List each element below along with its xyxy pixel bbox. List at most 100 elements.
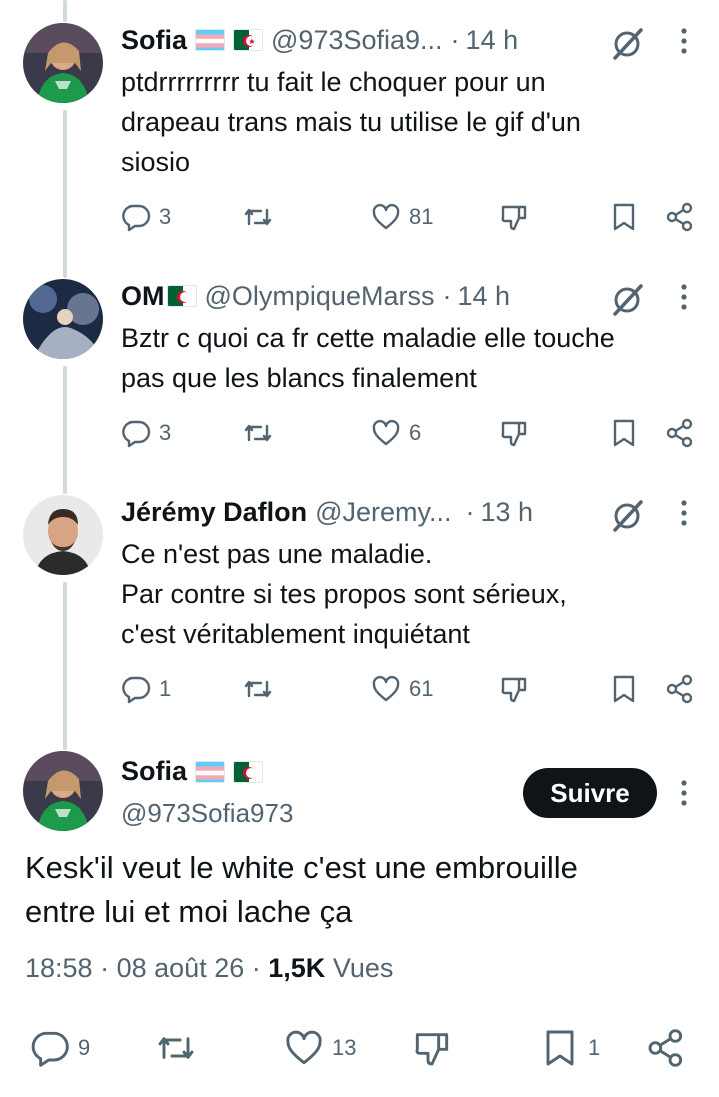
- tweet-text-line: c'est véritablement inquiétant: [121, 619, 470, 649]
- author-name[interactable]: Sofia: [121, 756, 187, 787]
- thread-line: [63, 0, 67, 22]
- algeria-flag-icon: [166, 285, 197, 307]
- tweet-text-line: ptdrrrrrrrrr tu fait le choquer pour un: [121, 67, 546, 97]
- separator-dot: ·: [251, 953, 261, 983]
- share-button[interactable]: [646, 1026, 686, 1070]
- follow-button[interactable]: Suivre: [523, 768, 657, 818]
- timestamp[interactable]: 13 h: [481, 497, 534, 528]
- grok-icon[interactable]: [609, 282, 645, 318]
- author-handle[interactable]: @973Sofia973: [121, 798, 293, 829]
- share-icon: [666, 418, 693, 448]
- separator-dot: ·: [450, 24, 460, 55]
- action-bar: 3 81: [121, 200, 693, 234]
- retweet-button[interactable]: [156, 1026, 196, 1070]
- more-icon[interactable]: [679, 498, 689, 528]
- dislike-button[interactable]: [499, 416, 529, 450]
- reply-count: 9: [78, 1035, 91, 1060]
- share-icon: [666, 202, 693, 232]
- author-handle[interactable]: @973Sofia9...: [271, 25, 443, 56]
- tweet-text-line: entre lui et moi lache ça: [25, 894, 353, 929]
- tweet-text-line: Kesk'il veut le white c'est une embrouil…: [25, 850, 578, 885]
- tweet-text-line: pas que les blancs finalement: [121, 363, 477, 393]
- like-button[interactable]: 81: [371, 200, 433, 234]
- tweet-text-line: Ce n'est pas une maladie.: [121, 539, 433, 569]
- author-name[interactable]: OM: [121, 281, 165, 312]
- reply-button[interactable]: 9: [30, 1026, 90, 1070]
- share-button[interactable]: [665, 200, 695, 234]
- action-bar: 9 13 1: [30, 1026, 699, 1070]
- dislike-button[interactable]: [499, 200, 529, 234]
- reply-count: 1: [159, 676, 172, 701]
- tweet-meta: 18:58 · 08 août 26 · 1,5K Vues: [25, 953, 393, 984]
- reply-count: 3: [159, 204, 172, 229]
- like-icon: [372, 675, 400, 702]
- tweet-text-line: drapeau trans mais tu utilise le gif d'u…: [121, 107, 581, 137]
- retweet-icon: [158, 1037, 194, 1059]
- views-label: Vues: [332, 953, 394, 983]
- avatar[interactable]: [23, 495, 103, 575]
- retweet-button[interactable]: [243, 200, 273, 234]
- bookmark-button[interactable]: 1: [540, 1026, 600, 1070]
- views-count: 1,5K: [268, 953, 326, 983]
- author-handle[interactable]: @OlympiqueMarss: [205, 281, 435, 312]
- reply-button[interactable]: 3: [121, 200, 171, 234]
- like-count: 61: [409, 676, 434, 701]
- bookmark-button[interactable]: [609, 200, 639, 234]
- reply-icon: [122, 204, 151, 232]
- like-button[interactable]: 61: [371, 672, 433, 706]
- dislike-icon: [501, 677, 527, 703]
- share-button[interactable]: [665, 672, 695, 706]
- tweet-text: ptdrrrrrrrrr tu fait le choquer pour un …: [121, 62, 701, 182]
- more-icon[interactable]: [679, 282, 689, 312]
- timestamp[interactable]: 14 h: [457, 281, 510, 312]
- grok-icon[interactable]: [609, 26, 645, 62]
- retweet-icon: [244, 208, 272, 226]
- reply-tweet[interactable]: Jérémy Daflon @Jeremy... · 13 h Ce n'est…: [0, 492, 719, 722]
- author-handle[interactable]: @Jeremy...: [315, 497, 451, 528]
- like-button[interactable]: 13: [284, 1026, 356, 1070]
- bookmark-button[interactable]: [609, 672, 639, 706]
- tweet-text: Kesk'il veut le white c'est une embrouil…: [25, 846, 578, 934]
- dislike-button[interactable]: [412, 1026, 452, 1070]
- author-name[interactable]: Jérémy Daflon: [121, 497, 307, 528]
- avatar[interactable]: [23, 23, 103, 103]
- avatar[interactable]: [23, 751, 103, 831]
- bookmark-count: 1: [588, 1035, 601, 1060]
- tweet-time[interactable]: 18:58: [25, 953, 93, 983]
- reply-count: 3: [159, 420, 172, 445]
- reply-tweet[interactable]: Sofia @973Sofia9... · 14 h ptdrrrrrrrrr …: [0, 20, 719, 240]
- like-icon: [286, 1030, 322, 1065]
- retweet-button[interactable]: [243, 416, 273, 450]
- tweet-date[interactable]: 08 août 26: [117, 953, 245, 983]
- bookmark-icon: [546, 1030, 574, 1066]
- grok-icon[interactable]: [609, 498, 645, 534]
- like-count: 81: [409, 204, 434, 229]
- tweet-text-line: siosio: [121, 147, 191, 177]
- like-count: 13: [332, 1035, 357, 1060]
- like-icon: [372, 203, 400, 230]
- tweet-text-line: Bztr c quoi ca fr cette maladie elle tou…: [121, 323, 615, 353]
- trans-flag-icon: [195, 29, 226, 51]
- reply-button[interactable]: 3: [121, 416, 171, 450]
- reply-tweet[interactable]: OM @OlympiqueMarss · 14 h Bztr c quoi ca…: [0, 276, 719, 476]
- author-name[interactable]: Sofia: [121, 25, 187, 56]
- like-button[interactable]: 6: [371, 416, 421, 450]
- share-button[interactable]: [665, 416, 695, 450]
- share-icon: [666, 674, 693, 704]
- retweet-button[interactable]: [243, 672, 273, 706]
- more-icon[interactable]: [679, 778, 689, 808]
- avatar[interactable]: [23, 279, 103, 359]
- dislike-icon: [501, 205, 527, 231]
- reply-icon: [31, 1031, 69, 1067]
- more-icon[interactable]: [679, 26, 689, 56]
- retweet-icon: [244, 424, 272, 442]
- algeria-flag-icon: [233, 29, 264, 51]
- dislike-button[interactable]: [499, 672, 529, 706]
- bookmark-icon: [613, 675, 635, 703]
- bookmark-button[interactable]: [609, 416, 639, 450]
- retweet-icon: [244, 680, 272, 698]
- reply-button[interactable]: 1: [121, 672, 171, 706]
- separator-dot: ·: [442, 280, 452, 311]
- timestamp[interactable]: 14 h: [466, 25, 519, 56]
- tweet-text: Bztr c quoi ca fr cette maladie elle tou…: [121, 318, 701, 398]
